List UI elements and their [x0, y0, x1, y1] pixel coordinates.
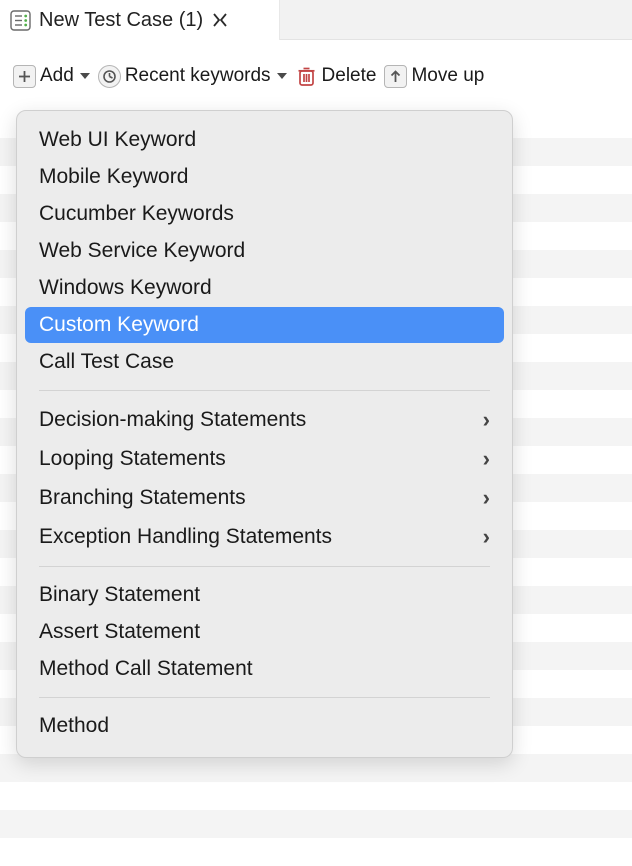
menu-item-web-service-keyword[interactable]: Web Service Keyword	[25, 233, 504, 269]
menu-item-label: Call Test Case	[39, 350, 174, 374]
menu-item-call-test-case[interactable]: Call Test Case	[25, 344, 504, 380]
menu-item-label: Assert Statement	[39, 620, 200, 644]
caret-down-icon	[80, 73, 90, 79]
chevron-right-icon: ›	[483, 407, 490, 433]
menu-item-label: Binary Statement	[39, 583, 200, 607]
menu-item-label: Windows Keyword	[39, 276, 212, 300]
move-up-button[interactable]: Move up	[381, 63, 487, 90]
menu-item-label: Decision-making Statements	[39, 408, 306, 432]
table-row	[0, 754, 632, 782]
add-label: Add	[40, 65, 74, 87]
menu-item-label: Cucumber Keywords	[39, 202, 234, 226]
menu-item-decision-making-statements[interactable]: Decision-making Statements ›	[25, 401, 504, 439]
menu-item-cucumber-keywords[interactable]: Cucumber Keywords	[25, 196, 504, 232]
add-button[interactable]: Add	[10, 63, 93, 90]
menu-item-label: Web Service Keyword	[39, 239, 245, 263]
menu-item-mobile-keyword[interactable]: Mobile Keyword	[25, 159, 504, 195]
menu-separator	[39, 566, 490, 567]
menu-item-branching-statements[interactable]: Branching Statements ›	[25, 479, 504, 517]
table-row	[0, 810, 632, 838]
menu-item-exception-handling-statements[interactable]: Exception Handling Statements ›	[25, 518, 504, 556]
arrow-up-icon	[384, 65, 407, 88]
tab-bar: New Test Case (1)	[0, 0, 632, 40]
delete-button[interactable]: Delete	[292, 63, 380, 90]
toolbar: Add Recent keywords Delete	[0, 58, 632, 94]
menu-item-windows-keyword[interactable]: Windows Keyword	[25, 270, 504, 306]
chevron-right-icon: ›	[483, 485, 490, 511]
clock-icon	[98, 65, 121, 88]
menu-item-custom-keyword[interactable]: Custom Keyword	[25, 307, 504, 343]
menu-item-label: Web UI Keyword	[39, 128, 196, 152]
plus-icon	[13, 65, 36, 88]
recent-keywords-button[interactable]: Recent keywords	[95, 63, 290, 90]
menu-item-label: Mobile Keyword	[39, 165, 188, 189]
menu-item-label: Custom Keyword	[39, 313, 199, 337]
test-case-icon	[10, 10, 31, 31]
menu-item-label: Exception Handling Statements	[39, 525, 332, 549]
menu-item-method[interactable]: Method	[25, 708, 504, 744]
menu-item-looping-statements[interactable]: Looping Statements ›	[25, 440, 504, 478]
moveup-label: Move up	[411, 65, 484, 87]
table-row	[0, 838, 632, 866]
menu-separator	[39, 390, 490, 391]
menu-item-web-ui-keyword[interactable]: Web UI Keyword	[25, 122, 504, 158]
table-row	[0, 782, 632, 810]
chevron-right-icon: ›	[483, 446, 490, 472]
menu-item-assert-statement[interactable]: Assert Statement	[25, 614, 504, 650]
trash-icon	[295, 65, 318, 88]
menu-item-label: Branching Statements	[39, 486, 246, 510]
menu-separator	[39, 697, 490, 698]
chevron-right-icon: ›	[483, 524, 490, 550]
tab-label: New Test Case (1)	[39, 9, 203, 32]
delete-label: Delete	[322, 65, 377, 87]
menu-item-label: Looping Statements	[39, 447, 226, 471]
caret-down-icon	[277, 73, 287, 79]
menu-item-method-call-statement[interactable]: Method Call Statement	[25, 651, 504, 687]
menu-item-label: Method	[39, 714, 109, 738]
recent-label: Recent keywords	[125, 65, 271, 87]
close-icon[interactable]	[211, 11, 229, 29]
menu-item-label: Method Call Statement	[39, 657, 253, 681]
tab-new-test-case[interactable]: New Test Case (1)	[0, 0, 280, 40]
tab-gap	[280, 0, 632, 40]
add-dropdown-menu: Web UI Keyword Mobile Keyword Cucumber K…	[16, 110, 513, 758]
menu-item-binary-statement[interactable]: Binary Statement	[25, 577, 504, 613]
